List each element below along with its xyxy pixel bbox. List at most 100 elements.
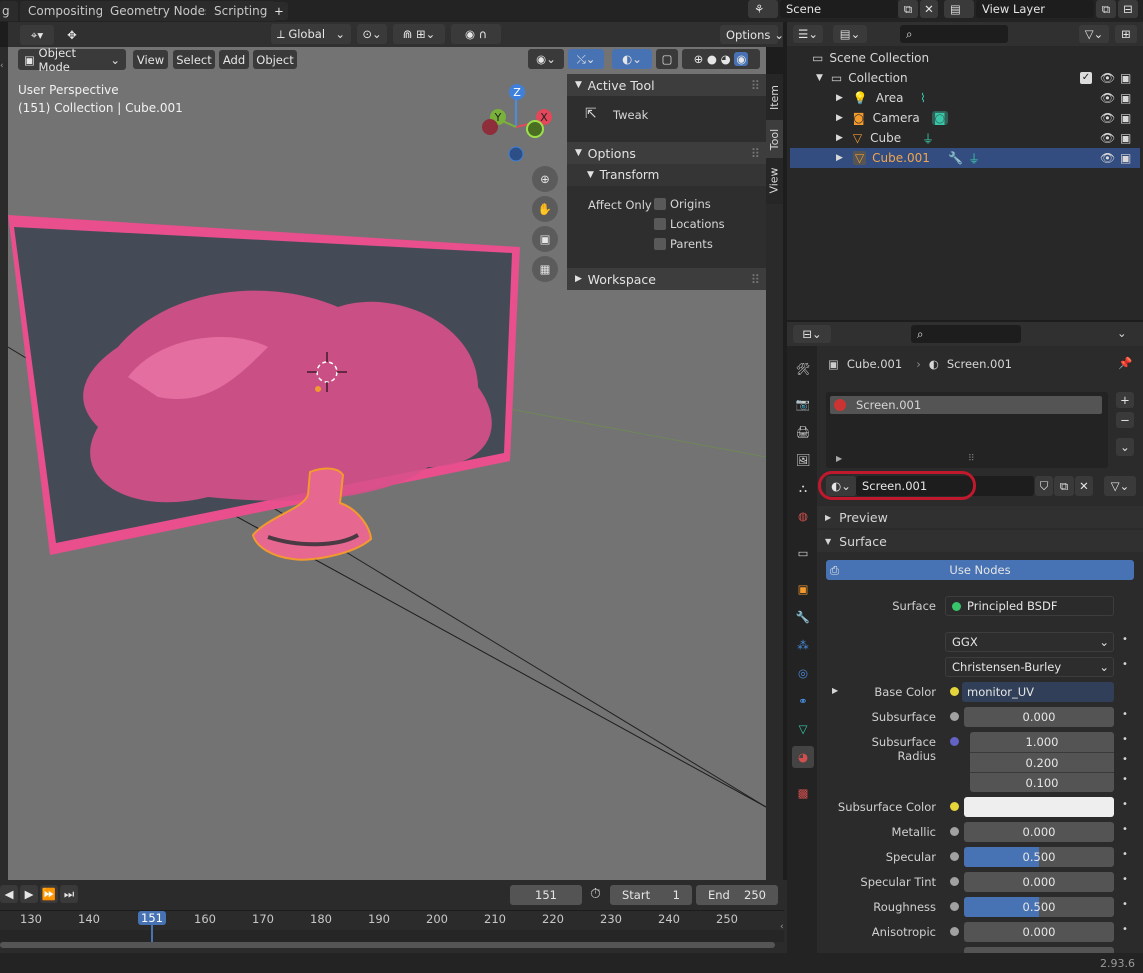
- tab-compositing[interactable]: Compositing: [20, 1, 112, 21]
- menu-add[interactable]: Add: [219, 50, 249, 69]
- outliner-search-input[interactable]: ⌕: [900, 25, 1008, 43]
- particles-tab-icon[interactable]: ⁂: [792, 634, 814, 656]
- chevron-down-icon[interactable]: ⌄: [1117, 326, 1127, 340]
- view-layer-browse-button[interactable]: ▤: [944, 0, 974, 18]
- keyframe-dot-icon[interactable]: •: [1122, 659, 1128, 670]
- display-mode-dropdown[interactable]: ▤⌄: [833, 25, 867, 43]
- scene-tab-icon[interactable]: ⛬: [792, 477, 814, 499]
- fake-user-button[interactable]: ⛉: [1035, 476, 1053, 496]
- next-keyframe-icon[interactable]: ⏩: [40, 885, 58, 903]
- options-dropdown[interactable]: Options ⌄: [720, 25, 784, 44]
- scene-name-field[interactable]: Scene: [780, 0, 898, 18]
- object-tab-icon[interactable]: ▣: [792, 578, 814, 600]
- delete-scene-button[interactable]: ✕: [920, 0, 938, 18]
- outliner-row-collection[interactable]: ▼ ▭ Collection ✓ 👁 ▣: [790, 68, 1140, 88]
- float-socket-icon[interactable]: [950, 827, 959, 836]
- outliner-row-camera[interactable]: ▶ ◙ Camera ◙ 👁 ▣: [790, 108, 1140, 128]
- chevron-right-icon[interactable]: ▶: [836, 133, 843, 143]
- add-slot-button[interactable]: +: [1116, 392, 1134, 408]
- outliner-editor-type[interactable]: ☰⌄: [793, 25, 823, 43]
- chevron-right-icon[interactable]: ▶: [836, 454, 842, 463]
- output-tab-icon[interactable]: 🖨: [792, 421, 814, 443]
- new-scene-button[interactable]: ⧉: [898, 0, 918, 18]
- view-layer-tab-icon[interactable]: 🖼: [792, 449, 814, 471]
- eye-icon[interactable]: 👁: [1100, 71, 1115, 85]
- tab-view[interactable]: View: [766, 160, 783, 200]
- anisotropic-field[interactable]: 0.000: [964, 922, 1114, 942]
- duplicate-material-button[interactable]: ⧉: [1054, 476, 1074, 496]
- zoom-button[interactable]: ⊕: [532, 166, 558, 192]
- timeline-scrollbar[interactable]: [0, 942, 775, 948]
- new-view-layer-button[interactable]: ⧉: [1096, 0, 1116, 18]
- pan-button[interactable]: ✋: [532, 196, 558, 222]
- float-socket-icon[interactable]: [950, 712, 959, 721]
- camera-icon[interactable]: ▣: [1120, 71, 1131, 85]
- metallic-field[interactable]: 0.000: [964, 822, 1114, 842]
- proportional-edit-toggle[interactable]: ◉ ∩: [451, 24, 501, 44]
- subsurface-radius-y-field[interactable]: 0.200: [970, 752, 1114, 772]
- workspace-header[interactable]: ▶ Workspace ⠿: [567, 268, 766, 290]
- keyframe-dot-icon[interactable]: •: [1122, 774, 1128, 785]
- eye-icon[interactable]: 👁: [1100, 131, 1115, 145]
- visibility-dropdown[interactable]: ◉⌄: [528, 49, 564, 69]
- properties-search-input[interactable]: ⌕: [911, 325, 1021, 343]
- properties-editor-type[interactable]: ⊟⌄: [793, 325, 831, 343]
- outliner-row-cube-001[interactable]: ▶ ▽ Cube.001 🔧 ⏚ 👁 ▣: [790, 148, 1140, 168]
- surface-shader-field[interactable]: Principled BSDF: [945, 596, 1114, 616]
- jump-back-icon[interactable]: ◀: [0, 885, 18, 903]
- physics-tab-icon[interactable]: ◎: [792, 662, 814, 684]
- orientation-dropdown[interactable]: ⟂ Global ⌄: [271, 24, 351, 44]
- active-tool-header[interactable]: ▼ Active Tool ⠿: [567, 74, 766, 96]
- delete-view-layer-button[interactable]: ⊟: [1118, 0, 1138, 18]
- specular-slider[interactable]: 0.500: [964, 847, 1114, 867]
- gizmo-neg-z-icon[interactable]: [508, 146, 524, 162]
- material-slot-list[interactable]: Screen.001 ▶ ⠿: [826, 392, 1108, 468]
- surface-panel-header[interactable]: ▼ Surface: [817, 530, 1143, 552]
- chevron-left-icon[interactable]: ‹: [780, 922, 784, 932]
- chevron-right-icon[interactable]: ▶: [836, 153, 843, 163]
- chevron-down-icon[interactable]: ▼: [816, 73, 823, 83]
- keyframe-dot-icon[interactable]: •: [1122, 634, 1128, 645]
- menu-select[interactable]: Select: [173, 50, 215, 69]
- tab-item[interactable]: Item: [766, 76, 783, 118]
- resize-handle-icon[interactable]: ⠿: [968, 454, 975, 464]
- snap-toggle[interactable]: ⋒ ⊞⌄: [393, 24, 445, 44]
- keyframe-dot-icon[interactable]: •: [1122, 709, 1128, 720]
- keyframe-dot-icon[interactable]: •: [1122, 849, 1128, 860]
- keyframe-dot-icon[interactable]: •: [1122, 924, 1128, 935]
- options-header[interactable]: ▼ Options ⠿: [567, 142, 766, 164]
- editor-type-button[interactable]: ⌖▾: [20, 25, 54, 45]
- new-collection-button[interactable]: ⊞: [1115, 25, 1137, 43]
- preview-panel-header[interactable]: ▶ Preview: [817, 506, 1143, 528]
- drag-handle-icon[interactable]: ⠿: [751, 146, 760, 161]
- constraints-tab-icon[interactable]: ⚭: [792, 690, 814, 712]
- eye-icon[interactable]: 👁: [1100, 151, 1115, 165]
- specular-tint-field[interactable]: 0.000: [964, 872, 1114, 892]
- roughness-slider[interactable]: 0.500: [964, 897, 1114, 917]
- select-box-tool[interactable]: ✥: [60, 25, 84, 45]
- chevron-right-icon[interactable]: ▶: [836, 113, 843, 123]
- mesh-data-icon[interactable]: ⏚: [968, 150, 980, 167]
- outliner-row-cube[interactable]: ▶ ▽ Cube ⏚ 👁 ▣: [790, 128, 1140, 148]
- light-data-icon[interactable]: ⌇: [920, 91, 926, 105]
- drag-handle-icon[interactable]: ⠿: [751, 78, 760, 93]
- drag-handle-icon[interactable]: ⠿: [751, 272, 760, 287]
- camera-view-button[interactable]: ▣: [532, 226, 558, 252]
- wrench-icon[interactable]: 🔧: [948, 151, 963, 165]
- checkbox-box[interactable]: [654, 238, 666, 250]
- camera-icon[interactable]: ▣: [1120, 151, 1131, 165]
- unlink-material-button[interactable]: ✕: [1075, 476, 1093, 496]
- material-tab-icon[interactable]: ◕: [792, 746, 814, 768]
- playhead-frame[interactable]: 151: [138, 911, 166, 925]
- subsurface-field[interactable]: 0.000: [964, 707, 1114, 727]
- add-workspace-button[interactable]: +: [270, 2, 288, 20]
- start-frame-field[interactable]: Start 1: [610, 885, 692, 905]
- subsurface-radius-x-field[interactable]: 1.000: [970, 732, 1114, 752]
- keyframe-dot-icon[interactable]: •: [1122, 824, 1128, 835]
- outliner-row-scene-collection[interactable]: ▭ Scene Collection: [790, 48, 1140, 68]
- mesh-data-icon[interactable]: ⏚: [922, 130, 934, 147]
- menu-view[interactable]: View: [133, 50, 168, 69]
- end-frame-field[interactable]: End 250: [696, 885, 778, 905]
- slot-specials-button[interactable]: ⌄: [1116, 438, 1134, 456]
- subsurface-color-swatch[interactable]: [964, 797, 1114, 817]
